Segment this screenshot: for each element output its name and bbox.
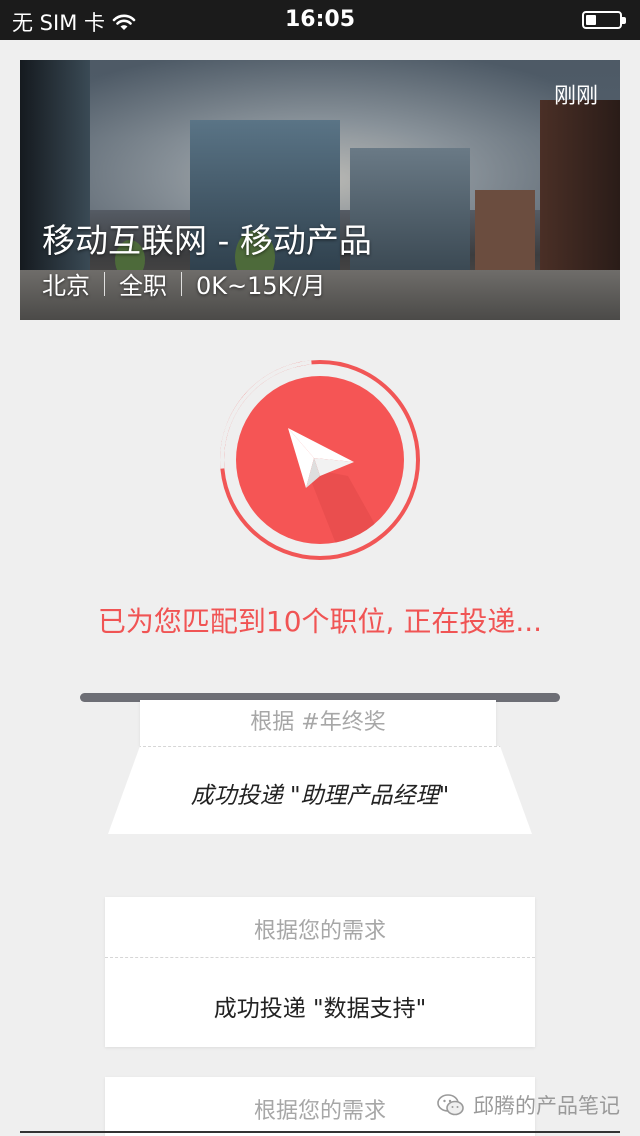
job-meta: 北京 全职 0K~15K/月 [42, 266, 325, 301]
job-salary: 0K~15K/月 [196, 272, 326, 300]
divider [181, 271, 182, 296]
job-type: 全职 [119, 272, 167, 300]
job-hero-card[interactable]: 刚刚 移动互联网 - 移动产品 北京 全职 0K~15K/月 [20, 60, 620, 320]
delivery-status: 已为您匹配到10个职位, 正在投递... [97, 605, 543, 638]
wechat-icon [437, 1094, 464, 1116]
delivery-card-result: 成功投递 "助理产品经理" [108, 746, 532, 834]
watermark-text: 邱腾的产品笔记 [473, 1094, 620, 1118]
send-button[interactable] [236, 376, 404, 544]
paper-plane-icon [288, 428, 386, 544]
delivery-card: 根据 #年终奖 [140, 700, 496, 746]
job-title: 移动互联网 - 移动产品 [42, 221, 372, 260]
divider [104, 271, 105, 296]
card-result: 成功投递 "数据支持" [213, 996, 427, 1022]
card-reason: 根据您的需求 [253, 919, 386, 944]
delivery-card: 根据您的需求 成功投递 "数据支持" [105, 897, 535, 1047]
clock: 16:05 [284, 7, 356, 32]
watermark: 邱腾的产品笔记 [437, 1090, 620, 1120]
posted-time: 刚刚 [553, 84, 598, 109]
status-bar: 无 SIM 卡 16:05 [0, 0, 640, 40]
job-city: 北京 [42, 272, 90, 300]
card-reason: 根据 #年终奖 [250, 710, 386, 735]
battery-icon [582, 11, 626, 29]
card-result: 成功投递 "助理产品经理" [190, 783, 450, 809]
